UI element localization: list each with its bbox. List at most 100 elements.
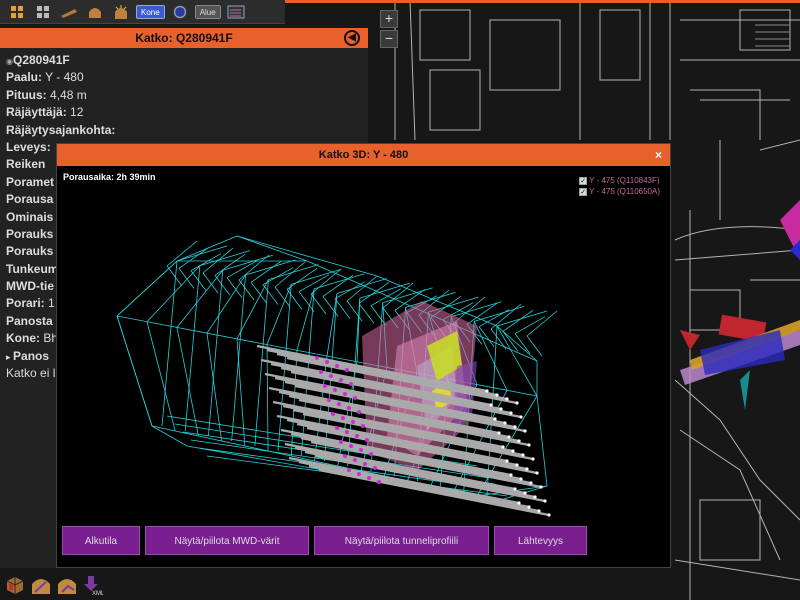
circle-icon[interactable] — [169, 3, 191, 21]
alue-button[interactable]: Alue — [194, 4, 221, 19]
drill-time-label: Porausaika: 2h 39min — [63, 172, 156, 182]
panel-row-key: Reiken — [6, 157, 46, 172]
toggle-mwd-colors-button[interactable]: Näytä/piilota MWD-värit — [145, 526, 309, 555]
charge-marker — [345, 430, 349, 434]
charge-marker — [335, 364, 339, 368]
panel-row-value: 12 — [70, 105, 84, 120]
drill-hole-end — [519, 415, 523, 419]
drill-hole-end — [501, 445, 505, 449]
zoom-in-button[interactable]: + — [380, 10, 398, 28]
departure-button[interactable]: Lähtevyys — [494, 526, 587, 555]
legend-item[interactable]: ✓ Y - 475 (Q110843F) — [579, 176, 660, 185]
kone-button[interactable]: Kone — [136, 4, 165, 19]
charge-marker — [349, 444, 353, 448]
wireframe-line — [254, 279, 269, 447]
drill-hole-end — [527, 443, 531, 447]
drill-hole-end — [489, 403, 493, 407]
wireframe-line — [382, 287, 433, 304]
zoom-out-button[interactable]: − — [380, 30, 398, 48]
wireframe-line — [208, 270, 224, 437]
charge-marker — [325, 360, 329, 364]
wireframe-line — [490, 303, 522, 330]
katko-3d-modal: Katko 3D: Y - 480 × Porausaika: 2h 39min… — [56, 143, 671, 568]
legend: ✓ Y - 475 (Q110843F) ✓ Y - 475 (Q110650A… — [579, 176, 660, 198]
drill-hole-end — [517, 501, 521, 505]
wireframe-line — [206, 274, 246, 334]
3d-box-icon[interactable] — [4, 574, 26, 596]
wireframe-line — [151, 425, 188, 447]
charge-marker — [353, 396, 357, 400]
charge-marker — [337, 402, 341, 406]
panel-row-key: Porauks — [6, 226, 54, 241]
panel-row: Räjäytysajankohta: — [6, 122, 362, 139]
drill-hole-end — [493, 417, 497, 421]
wireframe-line — [473, 321, 508, 391]
charge-marker — [377, 480, 381, 484]
panel-row-key: Ominais — [6, 209, 54, 224]
wireframe-line — [286, 268, 318, 290]
expand-arrow-icon[interactable]: ▸ — [6, 352, 13, 362]
charge-marker — [333, 388, 337, 392]
drill-hole-end — [513, 425, 517, 429]
charge-marker — [357, 410, 361, 414]
drill-hole-end — [505, 459, 509, 463]
wireframe-line — [116, 260, 178, 317]
drill-hole-end — [543, 499, 547, 503]
panel-row-value: Y - 480 — [45, 70, 84, 85]
legend-item[interactable]: ✓ Y - 475 (Q110650A) — [579, 187, 660, 196]
wireframe-line — [274, 261, 306, 288]
drill-hole-end — [515, 463, 519, 467]
charge-marker — [331, 412, 335, 416]
charge-marker — [369, 452, 373, 456]
app-root: Kone Alue + − Katko: Q280941F ◀ ◉Q280941… — [0, 0, 800, 600]
wireframe-line — [526, 310, 558, 337]
drill-hole-end — [515, 401, 519, 405]
panel-row-key: Räjäyttäjä: — [6, 105, 67, 120]
panel-row-key: Porari: — [6, 296, 45, 311]
charge-marker — [319, 370, 323, 374]
drill-icon[interactable] — [58, 3, 80, 21]
wireframe-line — [236, 235, 308, 262]
legend-checkbox[interactable]: ✓ — [579, 176, 588, 185]
reset-view-button[interactable]: Alkutila — [62, 526, 140, 555]
drill-hole-end — [495, 393, 499, 397]
xml-download-icon[interactable]: XML — [82, 574, 104, 596]
tunnel-profile-icon[interactable] — [56, 574, 78, 596]
back-arrow-icon[interactable]: ◀ — [344, 30, 360, 46]
charge-marker — [341, 416, 345, 420]
tunnel-light-icon[interactable] — [110, 3, 132, 21]
charge-marker — [355, 434, 359, 438]
toggle-tunnel-profile-button[interactable]: Näytä/piilota tunneliprofiili — [314, 526, 489, 555]
panel-row: Paalu: Y - 480 — [6, 69, 362, 86]
legend-checkbox[interactable]: ✓ — [579, 187, 588, 196]
wireframe-line — [236, 279, 269, 340]
wireframe-line — [116, 315, 153, 427]
drill-hole-end — [521, 453, 525, 457]
panel-row-key: Poramet — [6, 174, 55, 189]
drill-hole-end — [517, 439, 521, 443]
panel-row-key: Paalu: — [6, 70, 43, 85]
close-icon[interactable]: × — [655, 144, 662, 166]
checklist-icon[interactable] — [225, 3, 247, 21]
drill-hole-end — [535, 471, 539, 475]
panel-row: Räjäyttäjä: 12 — [6, 104, 362, 121]
panel-row-key: Porausa — [6, 192, 54, 207]
drill-hole-end — [539, 485, 543, 489]
tunnel-icon[interactable] — [84, 3, 106, 21]
panel-row-key: Leveys: — [6, 139, 51, 154]
wireframe-line — [166, 240, 198, 267]
drill-hole-end — [499, 407, 503, 411]
charge-marker — [351, 420, 355, 424]
grid-icon[interactable] — [6, 3, 28, 21]
tunnel-view-icon[interactable] — [30, 574, 52, 596]
grid-small-icon[interactable] — [32, 3, 54, 21]
charge-marker — [347, 406, 351, 410]
panel-row-key: Porauks — [6, 244, 54, 259]
drill-hole-end — [485, 389, 489, 393]
charge-marker — [347, 468, 351, 472]
wireframe-line — [146, 321, 176, 432]
wireframe-line — [161, 260, 178, 427]
charge-marker — [339, 378, 343, 382]
panel-row-key: Räjäytysajankohta: — [6, 122, 116, 137]
3d-scene[interactable] — [57, 166, 670, 521]
